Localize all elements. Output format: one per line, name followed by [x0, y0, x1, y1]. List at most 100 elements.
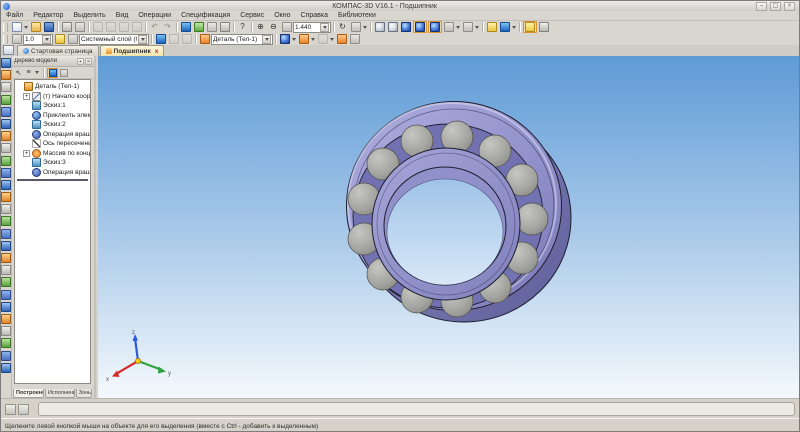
menu-operations[interactable]: Операции [133, 12, 176, 19]
layer-dropdown-icon[interactable] [138, 34, 147, 44]
new-document-dropdown-icon[interactable] [24, 25, 28, 29]
context-help-button[interactable]: ? [237, 22, 249, 33]
compact-bar-icon[interactable] [1, 301, 11, 312]
transparency-dropdown-icon[interactable] [330, 37, 334, 41]
model-properties-dropdown-icon[interactable] [292, 37, 296, 41]
compact-bar-icon[interactable] [1, 118, 11, 129]
redo-button[interactable]: ↷ [162, 22, 174, 33]
library-manager-button[interactable] [180, 22, 192, 33]
step-combo[interactable]: 1.0 [23, 33, 53, 45]
tree-item-axis[interactable]: Ось пересечения двух пл [15, 139, 90, 149]
undo-button[interactable]: ↶ [149, 22, 161, 33]
paste-button[interactable] [118, 22, 130, 33]
menu-window[interactable]: Окно [269, 12, 295, 19]
filter-dropdown-icon[interactable] [456, 25, 460, 29]
compact-bar-icon[interactable] [1, 240, 11, 251]
compact-bar-icon[interactable] [1, 313, 11, 324]
compact-bar-icon[interactable] [1, 228, 11, 239]
compact-bar-icon[interactable] [1, 253, 11, 263]
shaded-mode-button[interactable] [412, 21, 427, 33]
panel-close-icon[interactable]: × [85, 57, 92, 65]
orientation-dropdown-icon[interactable] [363, 25, 367, 29]
menu-view[interactable]: Вид [111, 12, 134, 19]
tree-item-revolve2[interactable]: Операция вращения:2 [15, 167, 90, 178]
compact-bar-icon[interactable] [1, 167, 11, 178]
part-combo[interactable]: Деталь (Тел-1) [211, 33, 273, 45]
tree-item-part[interactable]: Деталь (Тел-1) [15, 82, 90, 92]
compact-bar-icon[interactable] [1, 106, 11, 117]
toolbar-grip[interactable] [3, 22, 8, 32]
compact-bar-icon[interactable] [1, 58, 11, 68]
selection-filter-dropdown-icon[interactable] [475, 25, 479, 29]
shaded-wireframe-mode-button[interactable] [427, 21, 442, 33]
tree-composition-view-button[interactable] [59, 68, 68, 77]
variables-button[interactable] [193, 22, 205, 33]
zoom-area-button[interactable] [281, 22, 293, 33]
preview-window-button[interactable] [538, 22, 550, 33]
layer-combo[interactable]: Системный слой (0) [79, 33, 149, 45]
compact-bar-icon[interactable] [1, 155, 11, 166]
tab-versions[interactable]: Исполнения [44, 389, 75, 398]
compact-bar-icon[interactable] [1, 362, 11, 373]
cut-button[interactable] [92, 22, 104, 33]
set-color-button[interactable] [298, 34, 310, 45]
tab-start-page[interactable]: Стартовая страница [17, 45, 99, 56]
step-dropdown-icon[interactable] [42, 34, 51, 44]
menu-select[interactable]: Выделить [68, 12, 110, 19]
tab-construction[interactable]: Построение [13, 389, 44, 398]
tree-cursor-icon[interactable]: ↖ [14, 68, 23, 77]
zoom-scale-dropdown-icon[interactable] [320, 22, 329, 32]
compact-bar-icon[interactable] [1, 82, 11, 93]
tree-rollback-bar[interactable] [17, 179, 88, 181]
tree-filter-icon[interactable]: ≡ [24, 68, 33, 77]
documents-menu-icon[interactable] [3, 45, 14, 55]
tab-close-icon[interactable]: x [155, 48, 159, 55]
minimize-button[interactable]: – [756, 1, 767, 11]
tasks-button[interactable] [219, 22, 231, 33]
pin-icon[interactable]: ▪ [77, 57, 84, 65]
zoom-scale-combo[interactable]: 1.440 [293, 21, 331, 33]
save-button[interactable] [43, 22, 55, 33]
tree-item-sketch2[interactable]: Эскиз:2 [15, 120, 90, 130]
compact-bar-icon[interactable] [1, 277, 11, 288]
tree-item-array[interactable]: + Массив по концентрическ [15, 148, 90, 159]
hide-objects-dropdown-icon[interactable] [512, 25, 516, 29]
model-properties-button[interactable] [279, 34, 291, 45]
grid-button[interactable] [11, 34, 23, 45]
tree-item-sketch1[interactable]: Эскиз:1 [15, 101, 90, 111]
compact-bar-icon[interactable] [1, 289, 11, 300]
edit-part-button[interactable] [199, 34, 211, 45]
tree-item-sketch3[interactable]: Эскиз:3 [15, 158, 90, 168]
compact-bar-icon[interactable] [1, 204, 11, 215]
menu-editor[interactable]: Редактор [28, 12, 68, 19]
compact-bar-icon[interactable] [1, 326, 11, 337]
copy-button[interactable] [105, 22, 117, 33]
3d-viewport[interactable]: z y x [98, 56, 799, 398]
local-csys-button[interactable] [67, 34, 79, 45]
menu-file[interactable]: Файл [1, 12, 28, 19]
set-color-dropdown-icon[interactable] [311, 37, 315, 41]
hidden-lines-thin-mode-button[interactable] [400, 22, 412, 33]
compact-bar-icon[interactable] [1, 131, 11, 142]
zoom-out-button[interactable]: ⊖ [268, 22, 280, 33]
model-rebuild-button[interactable] [522, 21, 537, 33]
toolbar-grip-2[interactable] [3, 34, 8, 44]
compact-bar-icon[interactable] [1, 350, 11, 361]
compact-bar-icon[interactable] [1, 216, 11, 227]
property-bar-icon[interactable] [5, 404, 16, 415]
compact-bar-icon[interactable] [1, 265, 11, 276]
compact-bar-icon[interactable] [1, 70, 11, 81]
tree-structure-view-button[interactable] [47, 67, 58, 78]
compact-bar-icon[interactable] [1, 94, 11, 105]
menu-libraries[interactable]: Библиотеки [333, 12, 381, 19]
wireframe-mode-button[interactable] [374, 22, 386, 33]
expand-icon[interactable]: + [23, 149, 30, 157]
compact-bar-icon[interactable] [1, 143, 11, 154]
hidden-lines-mode-button[interactable] [387, 22, 399, 33]
tree-filter-dropdown-icon[interactable] [35, 71, 39, 74]
preview-button[interactable] [74, 22, 86, 33]
rotate-view-button[interactable] [350, 22, 362, 33]
restore-button[interactable]: ▢ [770, 1, 781, 11]
tree-item-boss-revolve[interactable]: Приклеить элемент вращ [15, 110, 90, 121]
perspective-button[interactable] [443, 22, 455, 33]
